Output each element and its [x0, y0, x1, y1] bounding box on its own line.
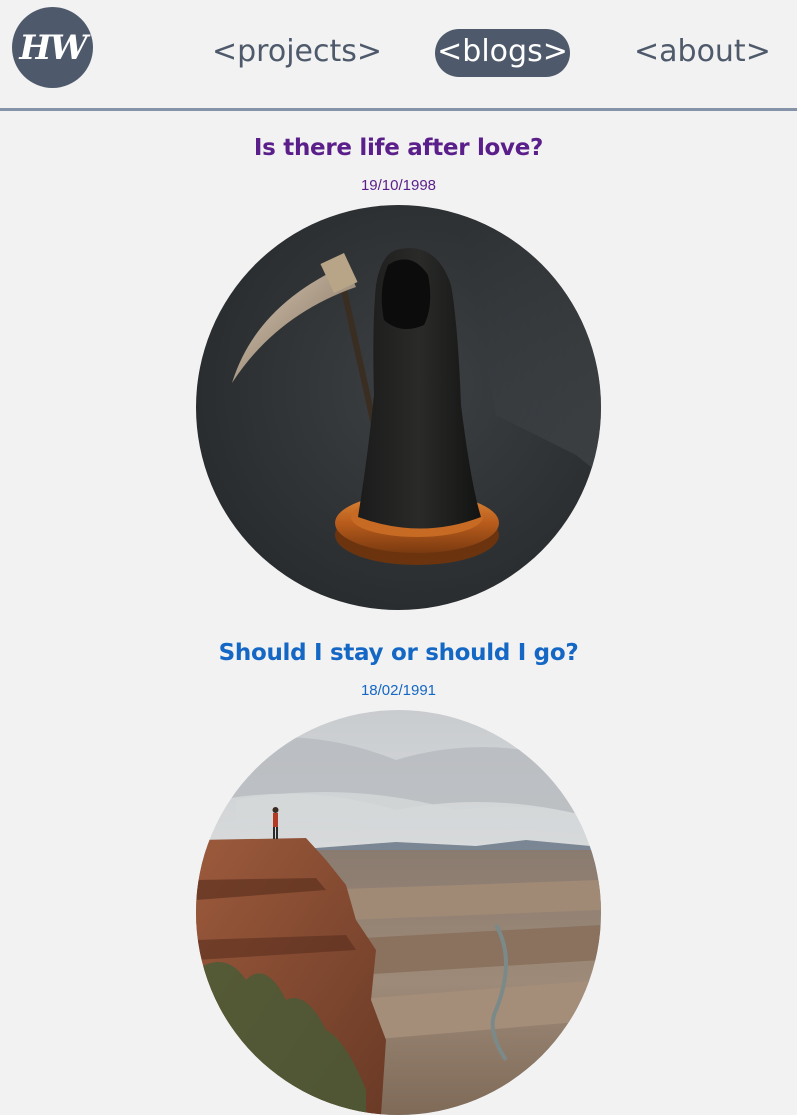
- nav-projects-link[interactable]: <projects>: [212, 29, 382, 77]
- nav-about-link[interactable]: <about>: [634, 29, 771, 77]
- post-title-link[interactable]: Is there life after love?: [0, 132, 797, 164]
- post-date: 19/10/1998: [360, 177, 437, 194]
- blog-post-card: Is there life after love? 19/10/1998: [0, 132, 797, 610]
- blog-post-card: Should I stay or should I go? 18/02/1991: [0, 637, 797, 1115]
- logo-button[interactable]: HW: [12, 7, 93, 88]
- site-header: HW <projects> <blogs> <about>: [0, 0, 797, 111]
- post-date: 18/02/1991: [360, 682, 437, 699]
- post-title-link[interactable]: Should I stay or should I go?: [0, 637, 797, 669]
- post-thumbnail[interactable]: [196, 710, 601, 1115]
- grim-reaper-figurine-icon: [196, 205, 601, 610]
- post-thumbnail[interactable]: [196, 205, 601, 610]
- logo-text: HW: [19, 27, 87, 68]
- nav-blogs-link[interactable]: <blogs>: [435, 29, 570, 77]
- canyon-cliff-icon: [196, 710, 601, 1115]
